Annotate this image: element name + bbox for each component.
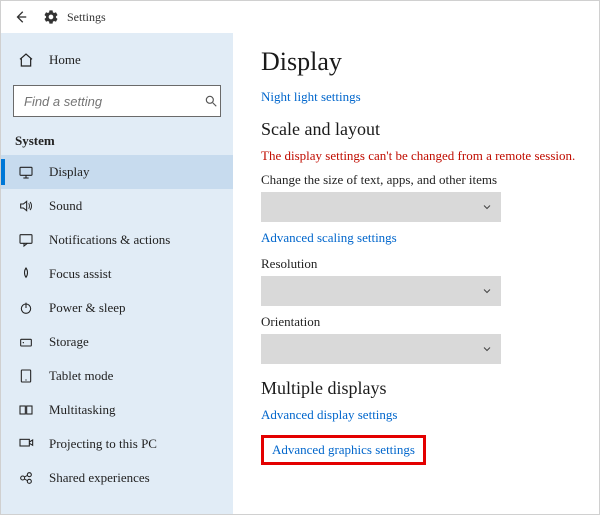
chevron-down-icon: [481, 201, 493, 213]
settings-window: Settings Home System Disp: [0, 0, 600, 515]
scale-layout-heading: Scale and layout: [261, 119, 583, 140]
shared-icon: [15, 470, 37, 486]
remote-session-error: The display settings can't be changed fr…: [261, 148, 583, 164]
advanced-graphics-settings-link[interactable]: Advanced graphics settings: [272, 442, 415, 457]
titlebar: Settings: [1, 1, 599, 33]
scale-dropdown[interactable]: [261, 192, 501, 222]
search-icon: [204, 94, 218, 108]
sidebar-item-label: Focus assist: [49, 266, 111, 282]
sidebar-item-notifications[interactable]: Notifications & actions: [1, 223, 233, 257]
multiple-displays-heading: Multiple displays: [261, 378, 583, 399]
sidebar: Home System Display Sound: [1, 33, 233, 514]
search-input[interactable]: [22, 93, 204, 110]
sidebar-item-projecting[interactable]: Projecting to this PC: [1, 427, 233, 461]
arrow-left-icon: [14, 10, 28, 24]
sidebar-item-label: Power & sleep: [49, 300, 126, 316]
orientation-dropdown[interactable]: [261, 334, 501, 364]
sidebar-item-shared-experiences[interactable]: Shared experiences: [1, 461, 233, 495]
sidebar-item-multitasking[interactable]: Multitasking: [1, 393, 233, 427]
focus-assist-icon: [15, 266, 37, 282]
sidebar-item-label: Tablet mode: [49, 368, 113, 384]
sidebar-item-label: Shared experiences: [49, 470, 150, 486]
search-box[interactable]: [13, 85, 221, 117]
chevron-down-icon: [481, 343, 493, 355]
advanced-scaling-link[interactable]: Advanced scaling settings: [261, 230, 583, 246]
tablet-icon: [15, 368, 37, 384]
body: Home System Display Sound: [1, 33, 599, 514]
sidebar-item-display[interactable]: Display: [1, 155, 233, 189]
sidebar-item-label: Display: [49, 164, 89, 180]
orientation-label: Orientation: [261, 314, 583, 330]
notifications-icon: [15, 232, 37, 248]
sidebar-item-tablet-mode[interactable]: Tablet mode: [1, 359, 233, 393]
sidebar-item-focus-assist[interactable]: Focus assist: [1, 257, 233, 291]
sidebar-item-label: Home: [49, 52, 81, 68]
advanced-display-settings-link[interactable]: Advanced display settings: [261, 407, 583, 423]
sidebar-section-header: System: [1, 129, 233, 155]
night-light-settings-link[interactable]: Night light settings: [261, 89, 583, 105]
page-title: Display: [261, 47, 583, 77]
home-icon: [15, 52, 37, 68]
highlight-box: Advanced graphics settings: [261, 435, 426, 465]
sidebar-item-label: Storage: [49, 334, 89, 350]
sidebar-item-storage[interactable]: Storage: [1, 325, 233, 359]
multitasking-icon: [15, 402, 37, 418]
storage-icon: [15, 334, 37, 350]
resolution-dropdown[interactable]: [261, 276, 501, 306]
sidebar-item-label: Notifications & actions: [49, 232, 170, 248]
sidebar-item-power-sleep[interactable]: Power & sleep: [1, 291, 233, 325]
sidebar-item-home[interactable]: Home: [1, 43, 233, 77]
projecting-icon: [15, 436, 37, 452]
sound-icon: [15, 198, 37, 214]
back-button[interactable]: [7, 10, 35, 24]
sidebar-item-sound[interactable]: Sound: [1, 189, 233, 223]
change-size-label: Change the size of text, apps, and other…: [261, 172, 583, 188]
power-icon: [15, 300, 37, 316]
settings-gear-icon: [41, 7, 61, 27]
resolution-label: Resolution: [261, 256, 583, 272]
window-title: Settings: [67, 10, 106, 25]
sidebar-item-label: Sound: [49, 198, 82, 214]
display-icon: [15, 164, 37, 180]
chevron-down-icon: [481, 285, 493, 297]
content-pane: Display Night light settings Scale and l…: [233, 33, 599, 514]
sidebar-item-label: Multitasking: [49, 402, 115, 418]
sidebar-item-label: Projecting to this PC: [49, 436, 157, 452]
